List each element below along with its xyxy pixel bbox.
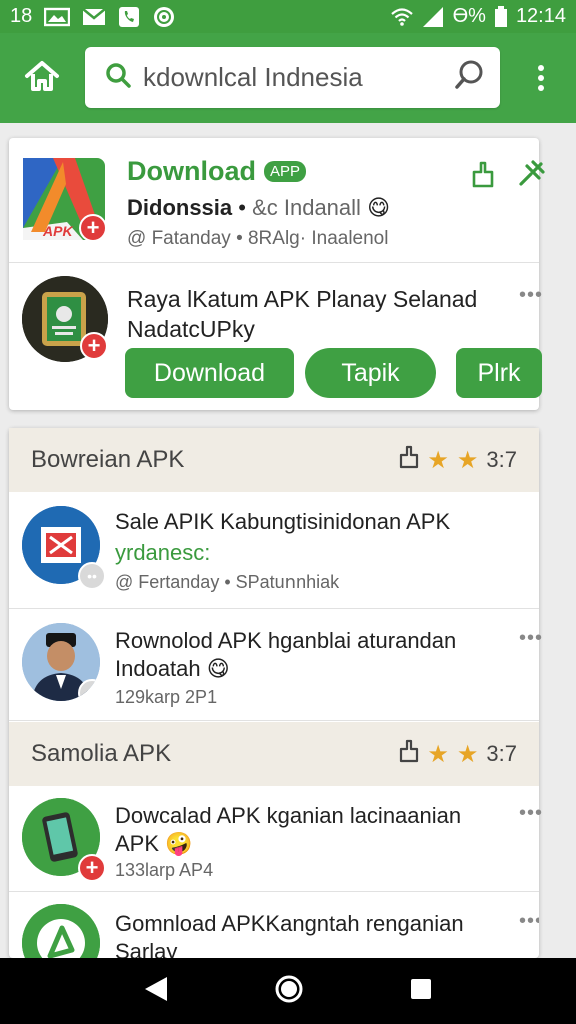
list-item-title: Gomnload APKKangntah renganian Sarlay [115, 911, 464, 958]
promo-more-icon[interactable]: ••• [519, 284, 543, 307]
list-status-icon: •• [78, 679, 100, 701]
list-item[interactable]: + Dowcalad APK kganian lacinaanian APK 🤪… [9, 786, 542, 892]
whatsapp-icon [152, 5, 176, 29]
list-item[interactable]: •• Sale APIK Kabungtisinidonan APK yrdan… [9, 492, 539, 609]
featured-app[interactable]: APK + Download APP Didonssia • &c Indana… [9, 138, 545, 263]
list-item[interactable]: •• Rownolod APK hganblai aturandan Indoa… [9, 609, 542, 721]
mail-icon [82, 7, 107, 27]
star-icon: ★ [427, 446, 449, 474]
bookmark-icon[interactable] [471, 160, 495, 193]
signal-icon [421, 6, 445, 28]
back-icon[interactable] [143, 975, 169, 1008]
battery-percentage: Ө% [452, 5, 486, 27]
section-rating: ★ ★ 3:7 [399, 445, 517, 475]
featured-subtitle-sep: • [232, 195, 253, 220]
bookmark-icon[interactable] [399, 445, 419, 475]
app-bar: kdownlcal Indnesia [0, 33, 576, 123]
app-badge: APP [264, 161, 307, 182]
star-icon: ★ [427, 740, 449, 768]
section-title: Bowreian APK [31, 446, 185, 473]
section-header-bowreian[interactable]: Bowreian APK ★ ★ 3:7 [9, 428, 539, 492]
list-app-icon: + [22, 798, 106, 882]
gallery-icon [44, 7, 71, 27]
phone-icon [118, 6, 140, 28]
list-status-icon: •• [78, 562, 106, 590]
search-input[interactable]: kdownlcal Indnesia [85, 47, 500, 108]
featured-card: APK + Download APP Didonssia • &c Indana… [9, 138, 545, 410]
promo-install-plus-icon[interactable]: + [80, 332, 108, 360]
status-left-text: 18 [10, 5, 33, 27]
list-item-tag: yrdanesc: [115, 540, 211, 565]
list-item-meta: 129karp 2P1 [115, 687, 218, 707]
home-button[interactable] [0, 33, 84, 123]
download-button[interactable]: Download [125, 348, 294, 398]
rating-value: 3:7 [486, 447, 517, 472]
list-item-meta: 133larp AP4 [115, 860, 214, 880]
rating-value: 3:7 [486, 741, 517, 766]
install-plus-icon[interactable]: + [79, 214, 107, 242]
promo-app-icon: + [22, 276, 108, 362]
star-icon: ★ [456, 740, 479, 768]
list-item-more-icon[interactable]: ••• [519, 802, 543, 825]
list-install-plus-icon[interactable]: + [78, 854, 106, 882]
section-title: Samolia APK [31, 740, 172, 767]
system-navigation-bar [0, 958, 576, 1024]
apk-icon-label: APK [42, 223, 73, 239]
bookmark-icon[interactable] [399, 739, 419, 769]
battery-icon [494, 5, 508, 28]
pin-icon[interactable] [517, 158, 547, 193]
list-app-icon [22, 904, 100, 958]
list-item[interactable]: Gomnload APKKangntah renganian Sarlay ••… [9, 892, 539, 958]
home-icon [24, 60, 60, 97]
list-app-icon: •• [22, 623, 100, 701]
list-item-title-text: Rownolod APK hganblai aturandan Indoatah [115, 628, 457, 681]
featured-subtitle: Didonssia • &c Indanall 😋 [127, 195, 390, 221]
list-item-more-icon[interactable]: ••• [519, 627, 543, 650]
apk-app-icon: APK + [23, 158, 107, 242]
search-submit-icon[interactable] [454, 59, 486, 96]
list-item-title: Sale APIK Kabungtisinidonan APK [115, 509, 451, 534]
list-item-emoji: 🤪 [165, 831, 193, 856]
status-time: 12:14 [515, 5, 566, 27]
recents-icon[interactable] [409, 977, 433, 1006]
promo-title: Raya lKatum APK Planay Selanad NadatcUPk… [127, 286, 478, 342]
overflow-menu-icon[interactable] [526, 63, 556, 93]
list-item-title: Dowcalad APK kganian lacinaanian APK 🤪 [115, 802, 485, 858]
wifi-icon [390, 7, 413, 26]
search-query-text: kdownlcal Indnesia [143, 62, 363, 92]
featured-title: Download [127, 156, 256, 186]
list-item-title: Rownolod APK hganblai aturandan Indoatah… [115, 627, 485, 683]
star-icon: ★ [456, 446, 479, 474]
plrk-button[interactable]: Plrk [456, 348, 542, 398]
featured-subtitle-bold: Didonssia [127, 195, 233, 220]
section-rating: ★ ★ 3:7 [399, 739, 517, 769]
section-header-samolia[interactable]: Samolia APK ★ ★ 3:7 [9, 722, 539, 786]
featured-meta: @ Fatanday • 8RAlg· Inaalenol [127, 228, 389, 249]
list-app-icon: •• [22, 506, 106, 590]
list-item-emoji: 😋 [206, 656, 230, 681]
featured-emoji: 😋 [367, 195, 390, 220]
status-bar: 18 Ө% 12:14 [0, 0, 576, 33]
home-circle-icon[interactable] [274, 974, 304, 1009]
tapik-button[interactable]: Tapik [305, 348, 436, 398]
search-icon [105, 62, 131, 93]
list-item-more-icon[interactable]: ••• [519, 910, 539, 933]
apk-list-card: Bowreian APK ★ ★ 3:7 •• Sale APIK Kabung… [9, 428, 542, 958]
featured-title-row: Download APP [127, 156, 307, 187]
featured-subtitle-light: &c Indanall [252, 195, 361, 220]
list-item-meta: @ Fertanday • SPatuոnhiak [115, 572, 340, 592]
